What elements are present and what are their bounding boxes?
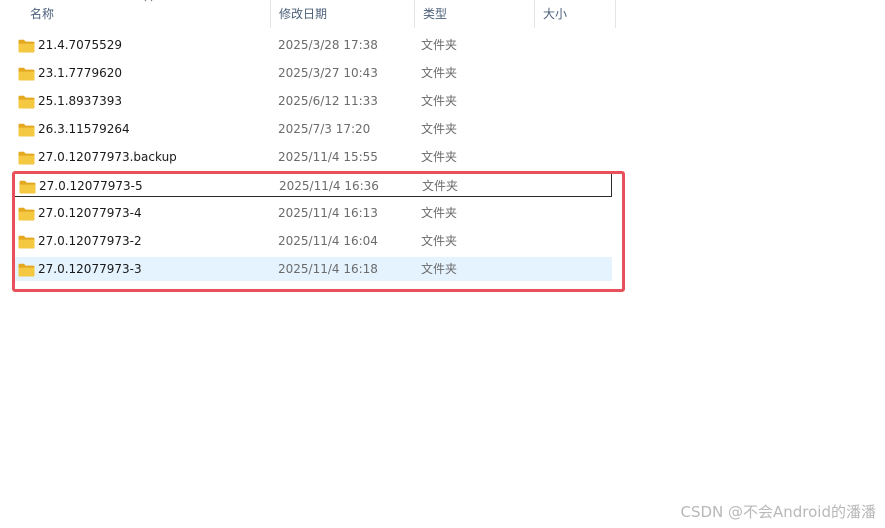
column-type-label: 类型 <box>423 7 448 21</box>
folder-icon <box>18 122 35 137</box>
file-type: 文件夹 <box>421 94 458 108</box>
file-row[interactable]: 25.1.8937393 2025/6/12 11:33 文件夹 <box>14 89 612 113</box>
folder-icon <box>18 38 35 53</box>
column-size[interactable]: 大小 <box>535 0 616 28</box>
file-row[interactable]: 21.4.7075529 2025/3/28 17:38 文件夹 <box>14 33 612 57</box>
file-name: 26.3.11579264 <box>38 122 130 136</box>
file-explorer: 名称 修改日期 类型 大小 21.4.7075529 2025/3/28 17:3… <box>0 0 885 528</box>
column-modified-label: 修改日期 <box>279 7 328 21</box>
folder-icon <box>18 150 35 165</box>
column-type[interactable]: 类型 <box>415 0 535 28</box>
file-name: 21.4.7075529 <box>38 38 122 52</box>
file-modified-date: 2025/6/12 11:33 <box>278 94 378 108</box>
column-name[interactable]: 名称 <box>22 0 271 28</box>
column-modified-date[interactable]: 修改日期 <box>271 0 415 28</box>
file-row[interactable]: 27.0.12077973.backup 2025/11/4 15:55 文件夹 <box>14 145 612 169</box>
file-row[interactable]: 26.3.11579264 2025/7/3 17:20 文件夹 <box>14 117 612 141</box>
file-type: 文件夹 <box>421 66 458 80</box>
folder-icon <box>18 94 35 109</box>
file-name: 23.1.7779620 <box>38 66 122 80</box>
column-size-label: 大小 <box>543 7 568 21</box>
column-header: 名称 修改日期 类型 大小 <box>0 0 616 28</box>
column-name-label: 名称 <box>30 7 55 21</box>
file-name: 25.1.8937393 <box>38 94 122 108</box>
folder-icon <box>18 66 35 81</box>
file-type: 文件夹 <box>421 38 458 52</box>
file-modified-date: 2025/3/27 10:43 <box>278 66 378 80</box>
watermark: CSDN @不会Android的潘潘 <box>680 503 876 521</box>
file-name: 27.0.12077973.backup <box>38 150 177 164</box>
file-modified-date: 2025/11/4 15:55 <box>278 150 378 164</box>
file-row[interactable]: 23.1.7779620 2025/3/27 10:43 文件夹 <box>14 61 612 85</box>
file-type: 文件夹 <box>421 150 458 164</box>
red-highlight-annotation <box>12 171 625 292</box>
file-modified-date: 2025/3/28 17:38 <box>278 38 378 52</box>
file-modified-date: 2025/7/3 17:20 <box>278 122 371 136</box>
file-type: 文件夹 <box>421 122 458 136</box>
